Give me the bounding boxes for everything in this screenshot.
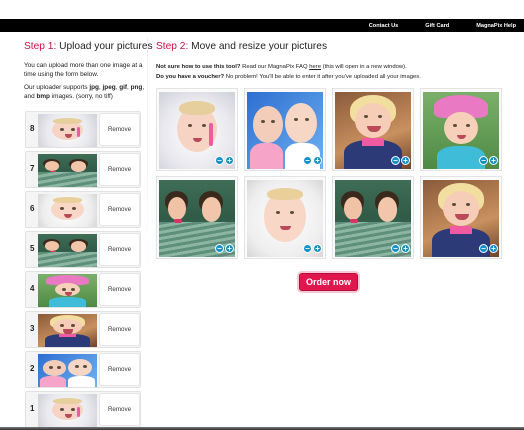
uploaded-image-item: 3 Remove [25,311,141,348]
uploaded-image-item: 8 Remove [25,111,141,148]
zoom-in-icon[interactable]: + [225,244,234,253]
contact-us-link[interactable]: Contact Us [369,23,399,29]
image-thumbnail [38,194,97,227]
photo[interactable] [423,92,499,169]
zoom-out-icon[interactable]: − [303,244,312,253]
photo-cell[interactable]: − + [156,176,238,259]
image-number: 5 [30,244,35,253]
image-thumbnail [38,354,97,387]
zoom-out-icon[interactable]: − [479,156,488,165]
photo[interactable] [335,180,411,257]
remove-button[interactable]: Remove [99,313,140,346]
faq-here-link[interactable]: here [309,64,321,70]
page: Contact Us Gift Card MagnaPix Help Step … [0,0,524,430]
uploaded-image-item: 2 Remove [25,351,141,388]
photo-cell[interactable]: − + [332,88,414,171]
column-divider [147,38,148,288]
image-number: 7 [30,164,35,173]
zoom-in-icon[interactable]: + [313,244,322,253]
step2-label: Step 2: [156,41,189,52]
uploaded-image-item: 6 Remove [25,191,141,228]
remove-button[interactable]: Remove [99,233,140,266]
remove-button[interactable]: Remove [99,273,140,306]
photo[interactable] [423,180,499,257]
photo[interactable] [335,92,411,169]
photo[interactable] [159,180,235,257]
photo[interactable] [247,92,323,169]
top-nav-bar: Contact Us Gift Card MagnaPix Help [0,19,524,32]
step1-heading: Step 1: Upload your pictures [24,41,153,52]
help-text: Not sure how to use this tool? Read our … [156,62,506,82]
remove-button[interactable]: Remove [99,393,140,426]
image-thumbnail [38,314,97,347]
photo[interactable] [159,92,235,169]
photo-cell[interactable]: − + [156,88,238,171]
remove-button[interactable]: Remove [99,193,140,226]
photo-cell[interactable]: − + [332,176,414,259]
image-number: 6 [30,204,35,213]
image-thumbnail [38,274,97,307]
remove-button[interactable]: Remove [99,153,140,186]
photo[interactable] [247,180,323,257]
image-number: 8 [30,124,35,133]
remove-button[interactable]: Remove [99,353,140,386]
zoom-in-icon[interactable]: + [225,156,234,165]
image-thumbnail [38,234,97,267]
image-thumbnail [38,394,97,427]
step1-panel: Step 1: Upload your pictures You can upl… [24,41,153,101]
image-thumbnail [38,114,97,147]
photo-cell[interactable]: − + [244,176,326,259]
step2-panel: Step 2: Move and resize your pictures No… [156,41,506,82]
zoom-out-icon[interactable]: − [391,244,400,253]
zoom-out-icon[interactable]: − [215,244,224,253]
uploaded-image-item: 1 Remove [25,391,141,428]
image-number: 4 [30,284,35,293]
zoom-in-icon[interactable]: + [489,156,498,165]
voucher-line: Do you have a voucher? No problem! You'l… [156,74,421,80]
upload-instructions: You can upload more than one image at a … [24,62,143,78]
zoom-in-icon[interactable]: + [401,156,410,165]
step1-label: Step 1: [24,41,57,52]
order-now-button[interactable]: Order now [299,273,358,291]
step2-heading: Step 2: Move and resize your pictures [156,41,506,52]
zoom-in-icon[interactable]: + [313,156,322,165]
uploaded-image-item: 7 Remove [25,151,141,188]
step1-title: Upload your pictures [59,41,153,52]
image-number: 2 [30,364,35,373]
image-number: 3 [30,324,35,333]
photo-cell[interactable]: − + [244,88,326,171]
image-number: 1 [30,404,35,413]
uploaded-image-item: 4 Remove [25,271,141,308]
zoom-out-icon[interactable]: − [215,156,224,165]
magnapix-help-link[interactable]: MagnaPix Help [476,23,516,29]
faq-line: Not sure how to use this tool? Read our … [156,64,407,70]
image-thumbnail [38,154,97,187]
uploaded-image-item: 5 Remove [25,231,141,268]
zoom-in-icon[interactable]: + [489,244,498,253]
zoom-in-icon[interactable]: + [401,244,410,253]
photo-cell[interactable]: − + [420,176,502,259]
step2-title: Move and resize your pictures [191,41,328,52]
gift-card-link[interactable]: Gift Card [425,23,449,29]
zoom-out-icon[interactable]: − [303,156,312,165]
remove-button[interactable]: Remove [99,113,140,146]
supported-formats: Our uploader supports jpg, jpeg, gif, pn… [24,84,145,100]
photo-cell[interactable]: − + [420,88,502,171]
zoom-out-icon[interactable]: − [479,244,488,253]
zoom-out-icon[interactable]: − [391,156,400,165]
